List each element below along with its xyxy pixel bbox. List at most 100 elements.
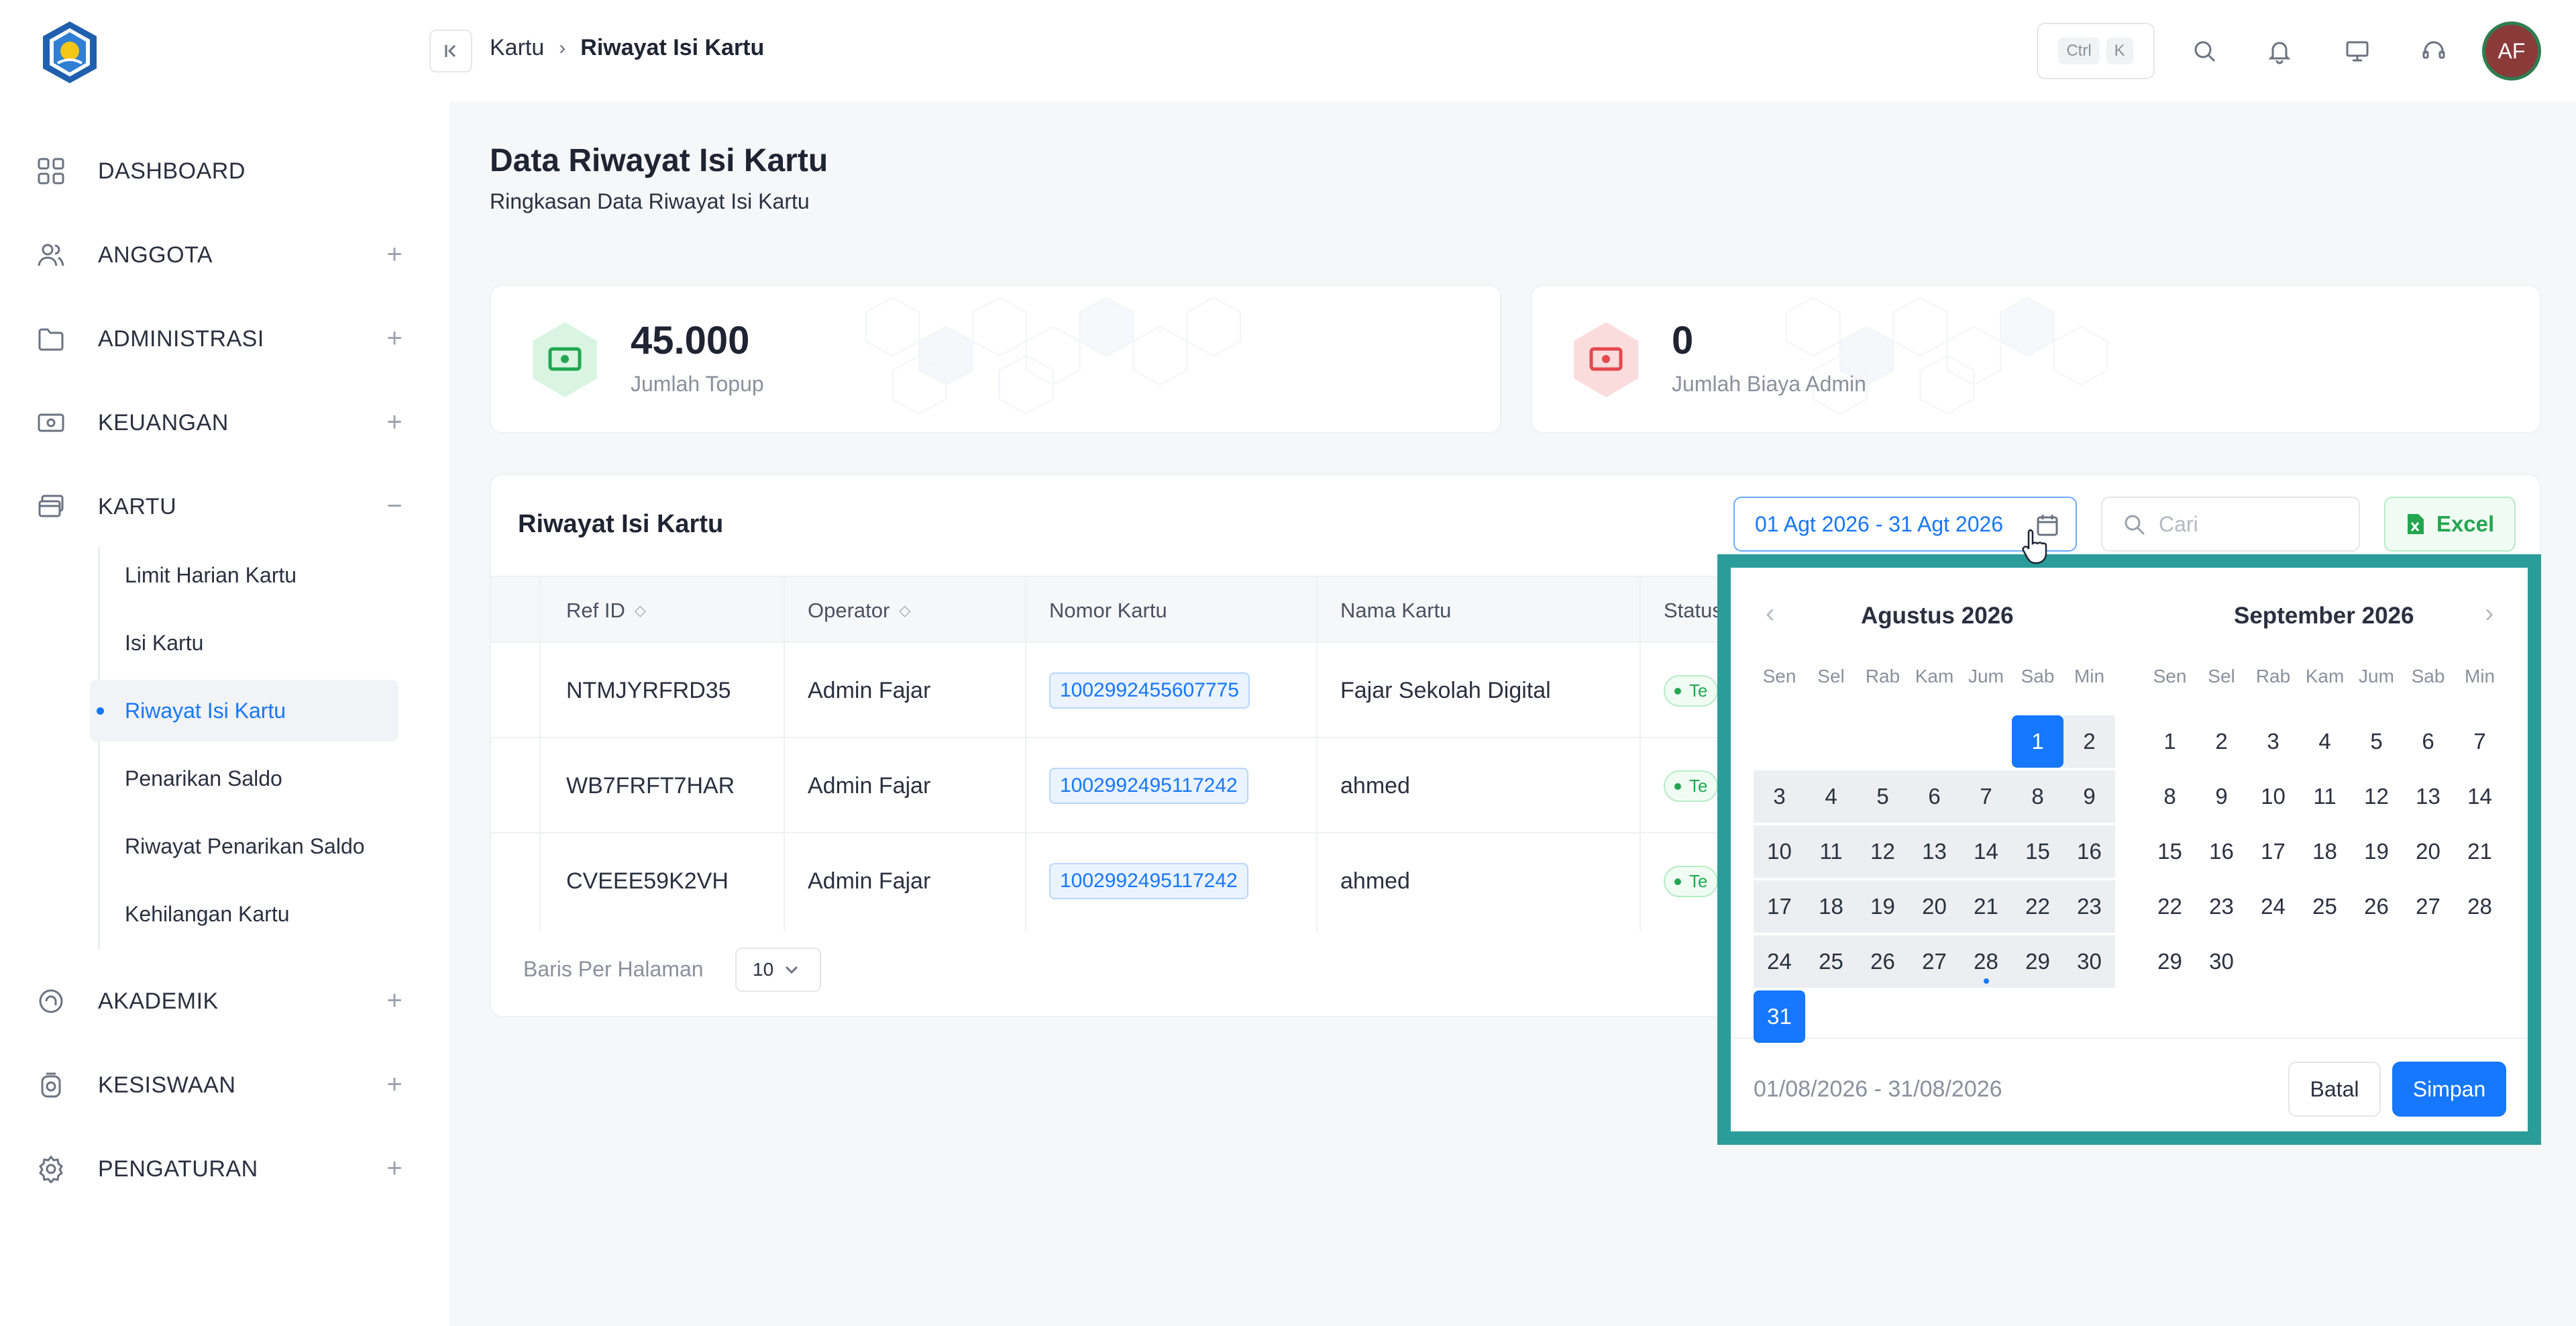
nav-akademik[interactable]: AKADEMIK + — [35, 971, 411, 1031]
calendar-day[interactable]: 24 — [2247, 880, 2299, 933]
next-month-icon[interactable]: › — [2485, 599, 2493, 629]
calendar-day[interactable]: 1 — [2012, 715, 2063, 768]
calendar-day[interactable]: 22 — [2012, 880, 2063, 933]
calendar-day[interactable]: 6 — [1909, 770, 1960, 823]
nav-kesiswaan[interactable]: KESISWAAN + — [35, 1055, 411, 1115]
save-button[interactable]: Simpan — [2392, 1062, 2506, 1117]
calendar-day[interactable]: 21 — [2454, 825, 2506, 878]
sort-icon[interactable]: ◇ — [899, 602, 910, 619]
calendar-day[interactable]: 23 — [2063, 880, 2115, 933]
nav-kartu[interactable]: KARTU − — [35, 476, 411, 537]
calendar-day[interactable]: 7 — [1960, 770, 2012, 823]
calendar-day[interactable]: 15 — [2144, 825, 2196, 878]
calendar-day[interactable]: 16 — [2063, 825, 2115, 878]
nav-pengaturan[interactable]: PENGATURAN + — [35, 1139, 411, 1199]
collapse-icon[interactable]: − — [380, 491, 409, 521]
calendar-day[interactable]: 10 — [2247, 770, 2299, 823]
calendar-day[interactable]: 5 — [2351, 715, 2402, 768]
cancel-button[interactable]: Batal — [2288, 1062, 2381, 1117]
prev-month-icon[interactable]: ‹ — [1766, 599, 1774, 629]
calendar-day[interactable]: 25 — [2299, 880, 2351, 933]
search-input[interactable]: Cari — [2101, 497, 2360, 552]
command-palette-shortcut[interactable]: Ctrl K — [2037, 23, 2155, 79]
calendar-day[interactable]: 28 — [2454, 880, 2506, 933]
school-logo[interactable] — [36, 19, 103, 86]
calendar-day[interactable]: 20 — [2402, 825, 2454, 878]
calendar-day[interactable]: 13 — [1909, 825, 1960, 878]
calendar-day[interactable]: 3 — [2247, 715, 2299, 768]
calendar-day[interactable]: 21 — [1960, 880, 2012, 933]
calendar-day[interactable]: 3 — [1754, 770, 1805, 823]
calendar-day[interactable]: 17 — [1754, 880, 1805, 933]
expand-icon[interactable]: + — [380, 240, 409, 269]
calendar-day[interactable]: 12 — [2351, 770, 2402, 823]
calendar-day[interactable]: 6 — [2402, 715, 2454, 768]
calendar-day[interactable]: 29 — [2012, 935, 2063, 988]
export-excel-button[interactable]: Excel — [2384, 497, 2516, 552]
column-header-operator[interactable]: Operator ◇ — [808, 577, 910, 644]
expand-icon[interactable]: + — [380, 1070, 409, 1099]
calendar-day[interactable]: 15 — [2012, 825, 2063, 878]
calendar-day[interactable]: 30 — [2196, 935, 2247, 988]
calendar-day[interactable]: 19 — [2351, 825, 2402, 878]
nav-keuangan[interactable]: KEUANGAN + — [35, 393, 411, 453]
calendar-day[interactable]: 27 — [2402, 880, 2454, 933]
calendar-day[interactable]: 10 — [1754, 825, 1805, 878]
calendar-day[interactable]: 16 — [2196, 825, 2247, 878]
rows-per-page-select[interactable]: 10 — [735, 948, 821, 992]
calendar-day[interactable]: 22 — [2144, 880, 2196, 933]
calendar-day[interactable]: 2 — [2196, 715, 2247, 768]
expand-icon[interactable]: + — [380, 986, 409, 1015]
nav-dashboard[interactable]: DASHBOARD — [35, 141, 411, 201]
submenu-limit-harian-kartu[interactable]: Limit Harian Kartu — [90, 544, 398, 606]
calendar-day[interactable]: 4 — [1805, 770, 1857, 823]
submenu-riwayat-isi-kartu[interactable]: Riwayat Isi Kartu — [90, 680, 398, 742]
search-icon[interactable] — [2186, 32, 2223, 70]
calendar-day[interactable]: 13 — [2402, 770, 2454, 823]
support-headset-icon[interactable] — [2415, 32, 2453, 70]
calendar-day[interactable]: 26 — [2351, 880, 2402, 933]
calendar-day[interactable]: 31 — [1754, 990, 1805, 1043]
calendar-day[interactable]: 2 — [2063, 715, 2115, 768]
calendar-day[interactable]: 4 — [2299, 715, 2351, 768]
sort-icon[interactable]: ◇ — [635, 602, 646, 619]
calendar-day[interactable]: 14 — [1960, 825, 2012, 878]
calendar-day[interactable]: 7 — [2454, 715, 2506, 768]
calendar-day[interactable]: 5 — [1857, 770, 1909, 823]
column-header-ref-id[interactable]: Ref ID ◇ — [566, 577, 646, 644]
calendar-day[interactable]: 12 — [1857, 825, 1909, 878]
calendar-day[interactable]: 24 — [1754, 935, 1805, 988]
calendar-day[interactable]: 29 — [2144, 935, 2196, 988]
calendar-day[interactable]: 17 — [2247, 825, 2299, 878]
avatar[interactable]: AF — [2482, 21, 2541, 81]
breadcrumb-parent[interactable]: Kartu — [490, 35, 544, 61]
expand-icon[interactable]: + — [380, 407, 409, 437]
nav-anggota[interactable]: ANGGOTA + — [35, 225, 411, 285]
sidebar-collapse-button[interactable] — [429, 30, 472, 72]
calendar-day[interactable]: 20 — [1909, 880, 1960, 933]
calendar-day[interactable]: 18 — [1805, 880, 1857, 933]
bell-icon[interactable] — [2261, 32, 2298, 70]
calendar-day[interactable]: 18 — [2299, 825, 2351, 878]
calendar-day[interactable]: 1 — [2144, 715, 2196, 768]
calendar-day[interactable]: 28 — [1960, 935, 2012, 988]
calendar-day[interactable]: 11 — [2299, 770, 2351, 823]
calendar-day[interactable]: 14 — [2454, 770, 2506, 823]
calendar-day[interactable]: 11 — [1805, 825, 1857, 878]
calendar-day[interactable]: 30 — [2063, 935, 2115, 988]
nav-administrasi[interactable]: ADMINISTRASI + — [35, 309, 411, 369]
monitor-icon[interactable] — [2339, 32, 2376, 70]
calendar-day[interactable]: 25 — [1805, 935, 1857, 988]
submenu-riwayat-penarikan-saldo[interactable]: Riwayat Penarikan Saldo — [90, 815, 398, 877]
expand-icon[interactable]: + — [380, 323, 409, 353]
calendar-day[interactable]: 8 — [2012, 770, 2063, 823]
submenu-isi-kartu[interactable]: Isi Kartu — [90, 612, 398, 674]
submenu-kehilangan-kartu[interactable]: Kehilangan Kartu — [90, 883, 398, 945]
calendar-day[interactable]: 26 — [1857, 935, 1909, 988]
calendar-day[interactable]: 23 — [2196, 880, 2247, 933]
calendar-day[interactable]: 9 — [2196, 770, 2247, 823]
calendar-day[interactable]: 27 — [1909, 935, 1960, 988]
calendar-day[interactable]: 9 — [2063, 770, 2115, 823]
calendar-day[interactable]: 19 — [1857, 880, 1909, 933]
expand-icon[interactable]: + — [380, 1154, 409, 1183]
